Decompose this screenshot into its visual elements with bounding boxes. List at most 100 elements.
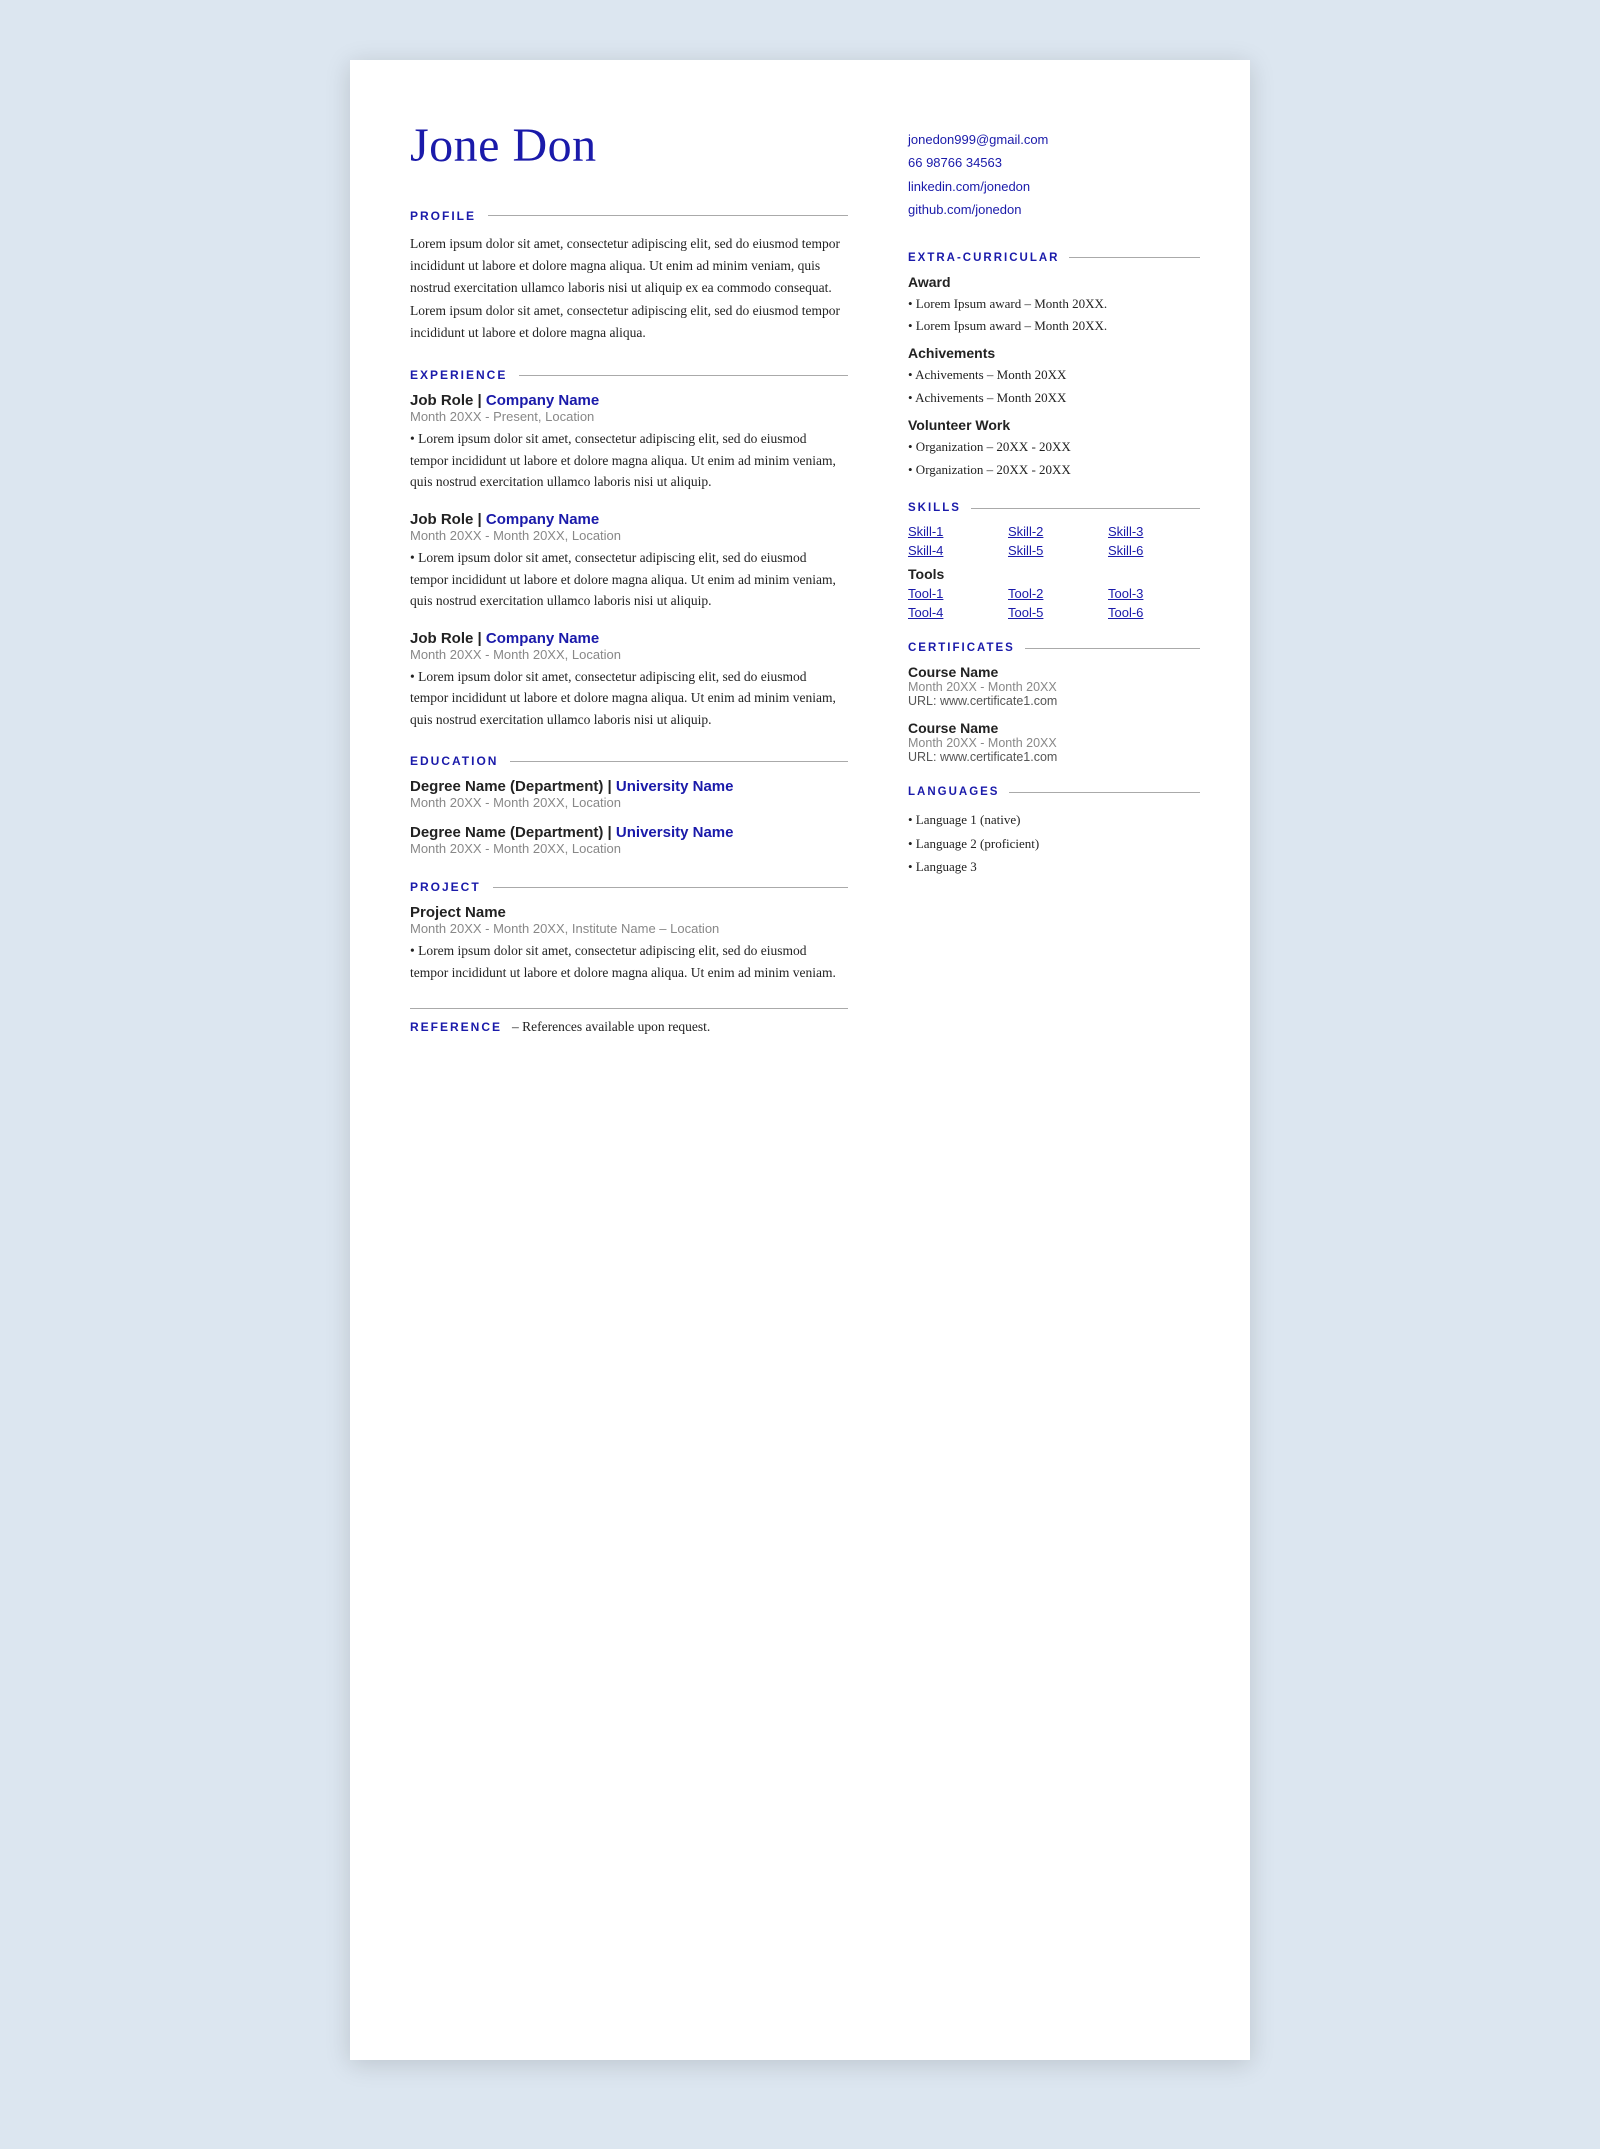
cert-entry-2: Course Name Month 20XX - Month 20XX URL:…	[908, 720, 1200, 764]
certificates-divider	[1025, 648, 1200, 649]
profile-text: Lorem ipsum dolor sit amet, consectetur …	[410, 233, 848, 344]
profile-title: PROFILE	[410, 209, 476, 223]
exp-entry-3: Job Role | Company Name Month 20XX - Mon…	[410, 630, 848, 731]
tool-4: Tool-4	[908, 605, 1000, 620]
cert-name-1: Course Name	[908, 664, 1200, 680]
award-label: Award	[908, 274, 1200, 290]
volunteer-item-1: • Organization – 20XX - 20XX	[908, 437, 1200, 458]
exp-entry-2: Job Role | Company Name Month 20XX - Mon…	[410, 511, 848, 612]
edu-date-2: Month 20XX - Month 20XX, Location	[410, 841, 848, 856]
extra-curricular-header: EXTRA-CURRICULAR	[908, 252, 1200, 264]
project-header: PROJECT	[410, 880, 848, 894]
achievements-label: Achivements	[908, 345, 1200, 361]
exp-company-2: Company Name	[486, 511, 599, 528]
tool-3: Tool-3	[1108, 586, 1200, 601]
left-column: Jone Don PROFILE Lorem ipsum dolor sit a…	[410, 120, 848, 2000]
cert-date-2: Month 20XX - Month 20XX	[908, 736, 1200, 750]
tool-6: Tool-6	[1108, 605, 1200, 620]
education-divider	[510, 761, 848, 762]
exp-date-1: Month 20XX - Present, Location	[410, 409, 848, 424]
project-desc-1: • Lorem ipsum dolor sit amet, consectetu…	[410, 940, 848, 983]
skill-2: Skill-2	[1008, 524, 1100, 539]
achievement-item-1: • Achivements – Month 20XX	[908, 365, 1200, 386]
volunteer-item-2: • Organization – 20XX - 20XX	[908, 460, 1200, 481]
exp-company-3: Company Name	[486, 630, 599, 647]
extra-curricular-section: EXTRA-CURRICULAR Award • Lorem Ipsum awa…	[908, 252, 1200, 481]
cert-entry-1: Course Name Month 20XX - Month 20XX URL:…	[908, 664, 1200, 708]
skills-title: SKILLS	[908, 502, 961, 514]
skill-1: Skill-1	[908, 524, 1000, 539]
experience-title: EXPERIENCE	[410, 368, 507, 382]
cert-url-2: URL: www.certificate1.com	[908, 750, 1200, 764]
project-date-1: Month 20XX - Month 20XX, Institute Name …	[410, 921, 848, 936]
languages-divider	[1009, 792, 1200, 793]
skills-section: SKILLS Skill-1 Skill-2 Skill-3 Skill-4 S…	[908, 502, 1200, 620]
exp-date-3: Month 20XX - Month 20XX, Location	[410, 647, 848, 662]
resume-page: Jone Don PROFILE Lorem ipsum dolor sit a…	[350, 60, 1250, 2060]
candidate-name: Jone Don	[410, 120, 848, 173]
exp-date-2: Month 20XX - Month 20XX, Location	[410, 528, 848, 543]
exp-entry-1: Job Role | Company Name Month 20XX - Pre…	[410, 392, 848, 493]
right-column: jonedon999@gmail.com 66 98766 34563 link…	[888, 120, 1200, 2000]
lang-item-2: • Language 2 (proficient)	[908, 832, 1200, 855]
reference-label: REFERENCE	[410, 1020, 502, 1034]
reference-section: REFERENCE – References available upon re…	[410, 1008, 848, 1035]
project-entry-1: Project Name Month 20XX - Month 20XX, In…	[410, 904, 848, 983]
certificates-title: CERTIFICATES	[908, 642, 1015, 654]
skills-divider	[971, 508, 1200, 509]
tool-5: Tool-5	[1008, 605, 1100, 620]
skill-4: Skill-4	[908, 543, 1000, 558]
extra-curricular-title: EXTRA-CURRICULAR	[908, 252, 1059, 264]
experience-header: EXPERIENCE	[410, 368, 848, 382]
edu-entry-2: Degree Name (Department) | University Na…	[410, 824, 848, 856]
achievement-item-2: • Achivements – Month 20XX	[908, 388, 1200, 409]
languages-section: LANGUAGES • Language 1 (native) • Langua…	[908, 786, 1200, 878]
edu-degree-1: Degree Name (Department) | University Na…	[410, 778, 848, 795]
profile-divider	[488, 215, 848, 216]
project-divider	[493, 887, 848, 888]
skill-3: Skill-3	[1108, 524, 1200, 539]
skills-header: SKILLS	[908, 502, 1200, 514]
award-item-1: • Lorem Ipsum award – Month 20XX.	[908, 294, 1200, 315]
experience-section: EXPERIENCE Job Role | Company Name Month…	[410, 368, 848, 730]
edu-uni-2: University Name	[616, 824, 734, 841]
languages-header: LANGUAGES	[908, 786, 1200, 798]
cert-name-2: Course Name	[908, 720, 1200, 736]
tool-1: Tool-1	[908, 586, 1000, 601]
tools-label: Tools	[908, 566, 1200, 582]
contact-phone: 66 98766 34563	[908, 151, 1200, 174]
project-name-1: Project Name	[410, 904, 848, 921]
certificates-header: CERTIFICATES	[908, 642, 1200, 654]
reference-text: – References available upon request.	[512, 1019, 710, 1035]
project-section: PROJECT Project Name Month 20XX - Month …	[410, 880, 848, 983]
certificates-section: CERTIFICATES Course Name Month 20XX - Mo…	[908, 642, 1200, 764]
edu-date-1: Month 20XX - Month 20XX, Location	[410, 795, 848, 810]
contact-linkedin: linkedin.com/jonedon	[908, 175, 1200, 198]
edu-uni-1: University Name	[616, 778, 734, 795]
exp-desc-1: • Lorem ipsum dolor sit amet, consectetu…	[410, 428, 848, 493]
languages-title: LANGUAGES	[908, 786, 999, 798]
award-item-2: • Lorem Ipsum award – Month 20XX.	[908, 316, 1200, 337]
lang-item-1: • Language 1 (native)	[908, 808, 1200, 831]
exp-role-3: Job Role | Company Name	[410, 630, 848, 647]
education-title: EDUCATION	[410, 754, 498, 768]
edu-degree-2: Degree Name (Department) | University Na…	[410, 824, 848, 841]
experience-divider	[519, 375, 848, 376]
project-title: PROJECT	[410, 880, 481, 894]
edu-entry-1: Degree Name (Department) | University Na…	[410, 778, 848, 810]
contact-github: github.com/jonedon	[908, 198, 1200, 221]
exp-role-2: Job Role | Company Name	[410, 511, 848, 528]
exp-company-1: Company Name	[486, 392, 599, 409]
cert-date-1: Month 20XX - Month 20XX	[908, 680, 1200, 694]
skills-grid: Skill-1 Skill-2 Skill-3 Skill-4 Skill-5 …	[908, 524, 1200, 558]
education-header: EDUCATION	[410, 754, 848, 768]
exp-desc-3: • Lorem ipsum dolor sit amet, consectetu…	[410, 666, 848, 731]
contact-info: jonedon999@gmail.com 66 98766 34563 link…	[908, 120, 1200, 222]
profile-section: PROFILE Lorem ipsum dolor sit amet, cons…	[410, 209, 848, 344]
skill-5: Skill-5	[1008, 543, 1100, 558]
contact-email: jonedon999@gmail.com	[908, 128, 1200, 151]
exp-role-1: Job Role | Company Name	[410, 392, 848, 409]
name-section: Jone Don	[410, 120, 848, 173]
volunteer-label: Volunteer Work	[908, 417, 1200, 433]
tool-2: Tool-2	[1008, 586, 1100, 601]
